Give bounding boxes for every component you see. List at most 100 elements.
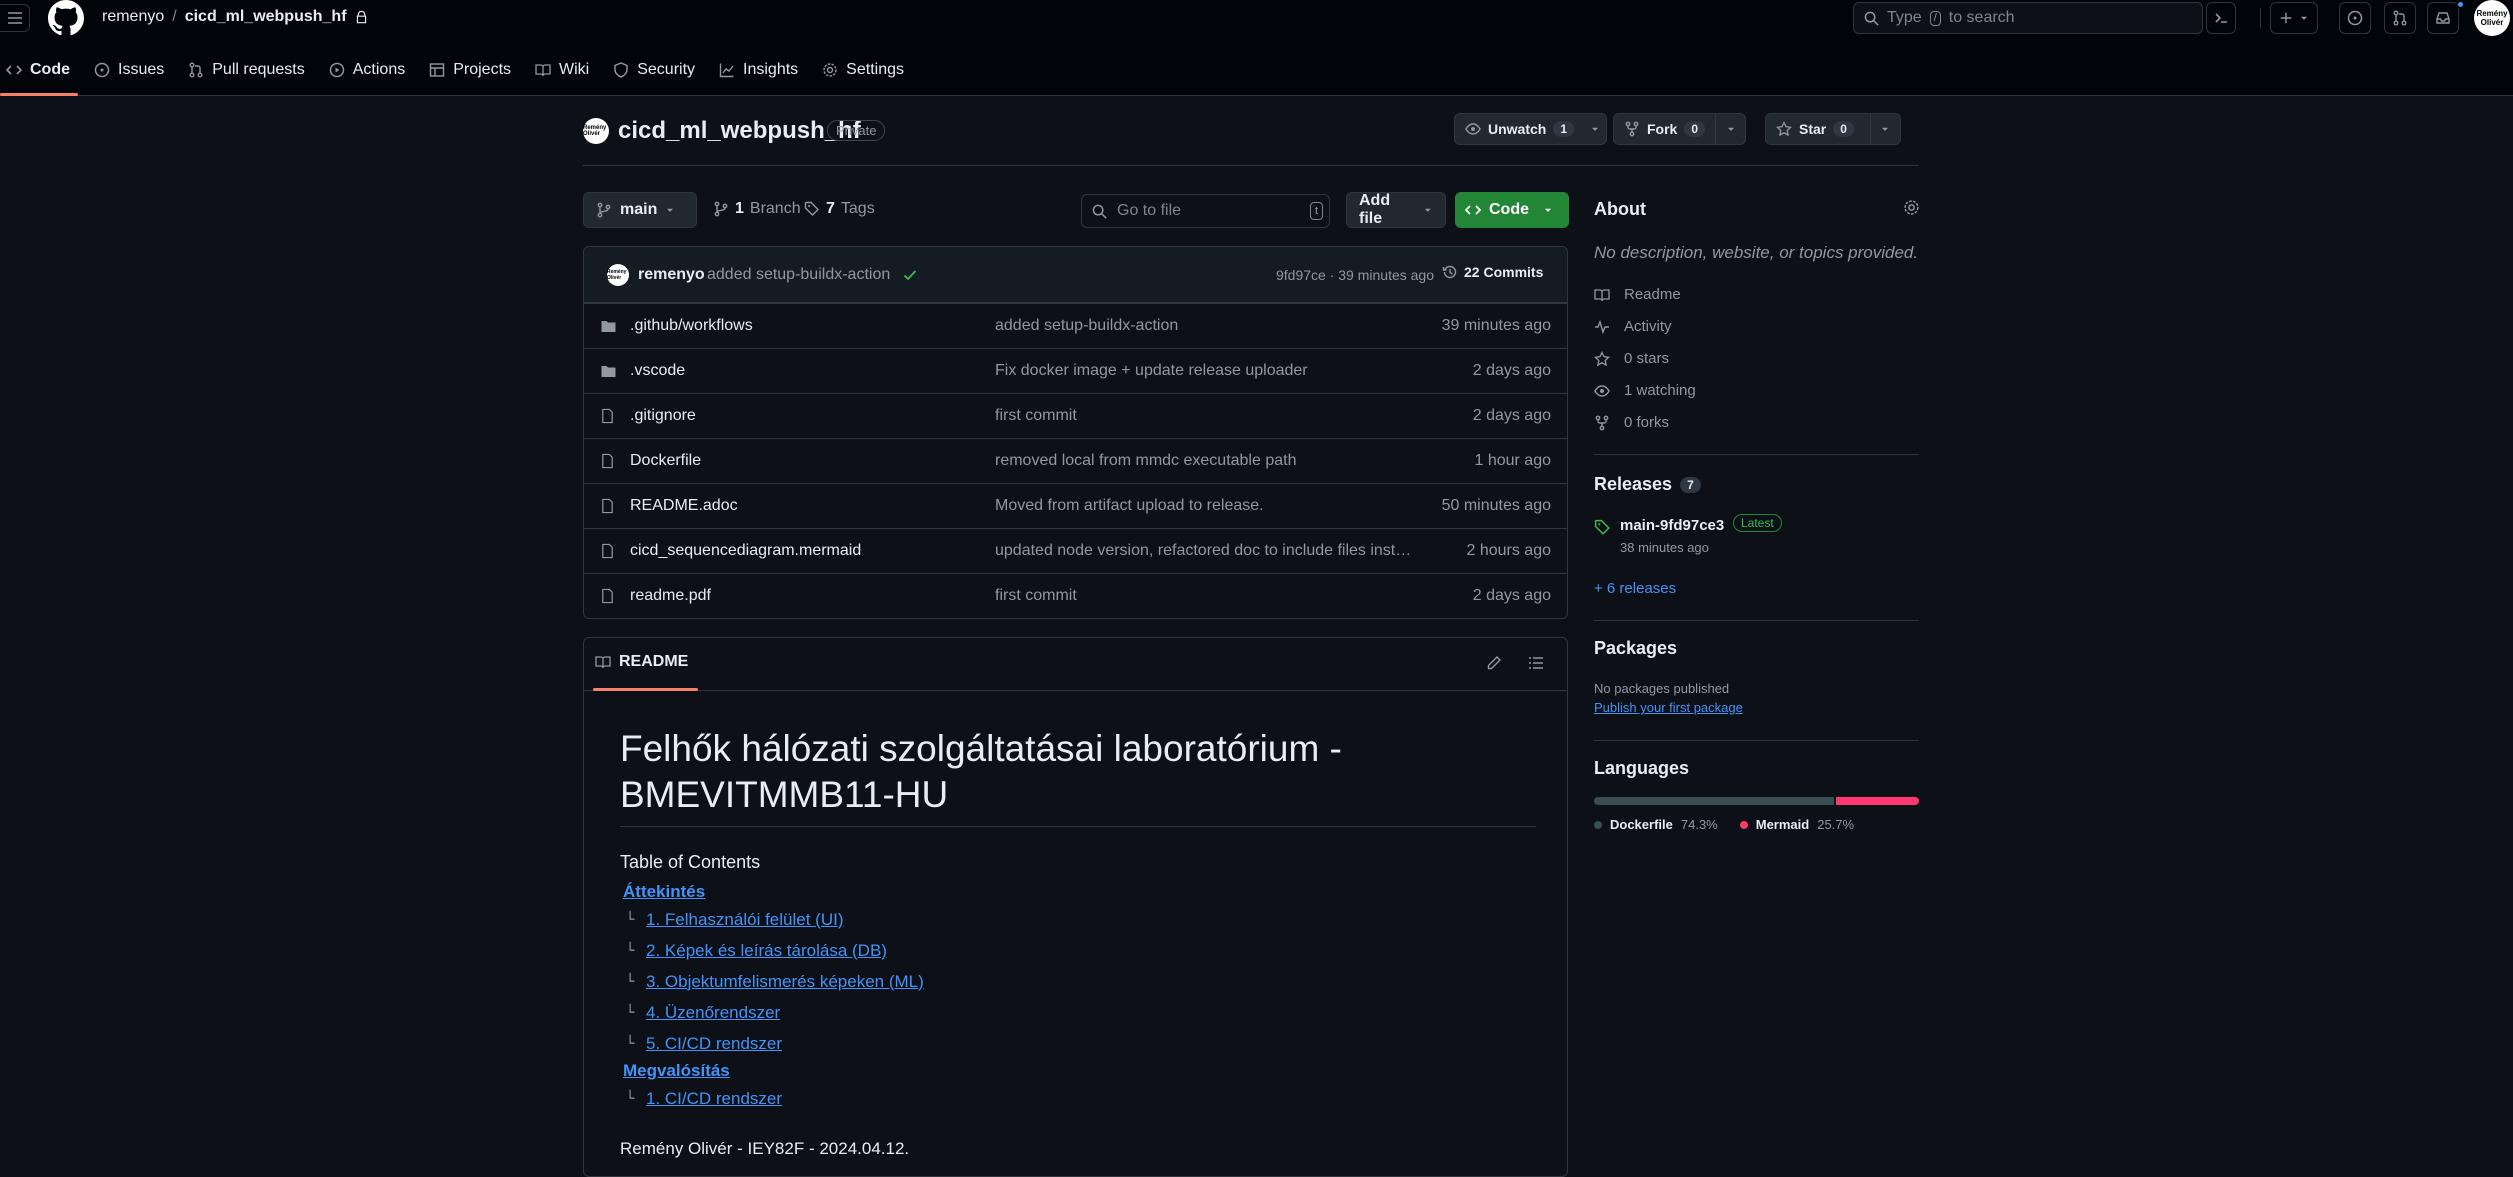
file-name[interactable]: .vscode — [630, 362, 685, 380]
commit-author[interactable]: remenyo — [638, 266, 705, 284]
repo-name[interactable]: cicd_ml_webpush_hf — [618, 117, 861, 145]
fork-dropdown[interactable] — [1715, 114, 1745, 144]
toc-subsection: └ 3. Objektumfelismerés képeken (ML) — [626, 966, 1530, 997]
star-dropdown[interactable] — [1869, 114, 1900, 144]
activity-link[interactable]: Activity — [1594, 318, 1672, 335]
toc-subsection-link[interactable]: 4. Üzenőrendszer — [646, 1003, 780, 1023]
file-commit-message[interactable]: Fix docker image + update release upload… — [995, 362, 1308, 380]
folder-icon — [600, 318, 617, 334]
tab-pull-requests[interactable]: Pull requests — [178, 52, 319, 88]
forks-link[interactable]: 0 forks — [1594, 414, 1669, 431]
tags-link[interactable]: 7 Tags — [804, 200, 875, 218]
file-icon — [602, 498, 613, 514]
file-commit-message[interactable]: Moved from artifact upload to release. — [995, 497, 1264, 515]
unwatch-button[interactable]: Unwatch 1 — [1455, 114, 1584, 144]
language-item[interactable]: Dockerfile 74.3% — [1594, 817, 1718, 832]
tab-security-label: Security — [637, 61, 696, 78]
stars-link[interactable]: 0 stars — [1594, 350, 1669, 367]
file-row[interactable]: .github/workflows added setup-buildx-acti… — [584, 303, 1567, 348]
file-name[interactable]: .gitignore — [630, 407, 696, 425]
toc-subsection-link[interactable]: 2. Képek és leírás tárolása (DB) — [646, 941, 887, 961]
toc-section-link[interactable]: Áttekintés — [623, 882, 1530, 904]
file-commit-date: 1 hour ago — [1474, 452, 1551, 469]
file-row[interactable]: readme.pdf first commit 2 days ago — [584, 573, 1567, 618]
file-row[interactable]: .gitignore first commit 2 days ago — [584, 393, 1567, 438]
file-row[interactable]: Dockerfile removed local from mmdc execut… — [584, 438, 1567, 483]
packages-empty-text: No packages published — [1594, 681, 1730, 696]
publish-package-link[interactable]: Publish your first package — [1594, 700, 1743, 715]
menu-button[interactable] — [0, 4, 30, 32]
search-hint-type: Type — [1887, 9, 1922, 26]
toc-section-link[interactable]: Megvalósítás — [623, 1061, 1530, 1083]
file-name[interactable]: README.adoc — [630, 497, 738, 515]
command-palette-button[interactable] — [2206, 2, 2236, 34]
file-row[interactable]: .vscode Fix docker image + update release… — [584, 348, 1567, 393]
commit-message[interactable]: added setup-buildx-action — [707, 266, 890, 284]
releases-heading[interactable]: Releases 7 — [1594, 474, 1701, 495]
create-new-button[interactable] — [2270, 2, 2318, 34]
repo-owner-avatar[interactable]: Remény Olivér — [583, 118, 609, 144]
branch-select-button[interactable]: main — [583, 192, 697, 228]
file-name[interactable]: Dockerfile — [630, 452, 701, 470]
edit-about-button[interactable] — [1903, 199, 1920, 216]
file-commit-date: 2 hours ago — [1466, 542, 1551, 559]
releases-title: Releases — [1594, 474, 1673, 494]
tab-actions[interactable]: Actions — [319, 52, 419, 88]
tab-issues[interactable]: Issues — [84, 52, 178, 88]
go-to-file-input[interactable]: Go to file t — [1081, 194, 1330, 228]
latest-release-name[interactable]: main-9fd97ce3 — [1620, 517, 1724, 534]
file-commit-message[interactable]: first commit — [995, 587, 1077, 605]
file-commit-message[interactable]: updated node version, refactored doc to … — [995, 542, 1415, 560]
branch-count: 1 — [735, 200, 744, 217]
commit-hash-time[interactable]: 9fd97ce · 39 minutes ago — [1276, 267, 1434, 283]
toc-subsection-link[interactable]: 1. Felhasználói felület (UI) — [646, 910, 843, 930]
readme-tab-label: README — [619, 653, 689, 670]
more-releases-link[interactable]: + 6 releases — [1594, 580, 1676, 597]
owner-link[interactable]: remenyo — [102, 8, 164, 26]
toc-subsection-link[interactable]: 1. CI/CD rendszer — [646, 1089, 782, 1109]
file-commit-date: 2 days ago — [1472, 587, 1551, 604]
file-row[interactable]: README.adoc Moved from artifact upload to… — [584, 483, 1567, 528]
language-item[interactable]: Mermaid 25.7% — [1739, 817, 1854, 832]
tab-projects[interactable]: Projects — [419, 52, 525, 88]
toc-subsection-link[interactable]: 3. Objektumfelismerés képeken (ML) — [646, 972, 924, 992]
check-icon[interactable] — [902, 267, 918, 283]
inbox-button[interactable] — [2427, 2, 2459, 34]
global-search-input[interactable]: Type / to search — [1853, 2, 2203, 34]
unwatch-dropdown[interactable] — [1584, 114, 1606, 144]
packages-heading[interactable]: Packages — [1594, 638, 1677, 659]
readme-outline-button[interactable] — [1528, 655, 1544, 671]
user-avatar[interactable]: Remény Olivér — [2474, 0, 2510, 36]
tab-security[interactable]: Security — [603, 52, 709, 88]
branches-link[interactable]: 1 Branch — [713, 200, 801, 218]
edit-readme-button[interactable] — [1486, 655, 1502, 671]
watching-link[interactable]: 1 watching — [1594, 382, 1696, 399]
file-commit-message[interactable]: removed local from mmdc executable path — [995, 452, 1296, 470]
file-name[interactable]: readme.pdf — [630, 587, 711, 605]
file-name[interactable]: cicd_sequencediagram.mermaid — [630, 542, 861, 560]
tab-settings[interactable]: Settings — [812, 52, 918, 88]
star-button[interactable]: Star 0 — [1766, 114, 1870, 144]
language-name: Mermaid — [1755, 817, 1810, 832]
readme-panel: README Felhők hálózati szolgáltatásai la… — [583, 637, 1568, 1177]
tab-wiki[interactable]: Wiki — [525, 52, 603, 88]
readme-link[interactable]: Readme — [1594, 286, 1681, 303]
add-file-button[interactable]: Add file — [1346, 192, 1446, 228]
fork-button[interactable]: Fork 0 — [1614, 114, 1715, 144]
file-name[interactable]: .github/workflows — [630, 317, 753, 335]
issues-shortcut-button[interactable] — [2339, 2, 2371, 34]
file-commit-message[interactable]: first commit — [995, 407, 1077, 425]
repo-link[interactable]: cicd_ml_webpush_hf — [185, 8, 347, 26]
file-commit-message[interactable]: added setup-buildx-action — [995, 317, 1178, 335]
tab-insights[interactable]: Insights — [709, 52, 812, 88]
tab-code[interactable]: Code — [0, 52, 84, 96]
commit-author-avatar[interactable]: Remény Olivér — [607, 264, 629, 286]
pull-requests-shortcut-button[interactable] — [2384, 2, 2416, 34]
code-clone-button[interactable]: Code — [1455, 192, 1569, 228]
readme-tab[interactable]: README — [595, 653, 688, 671]
commits-history-link[interactable]: 22 Commits — [1442, 264, 1543, 280]
file-row[interactable]: cicd_sequencediagram.mermaid updated node… — [584, 528, 1567, 573]
github-logo-icon[interactable] — [48, 0, 86, 36]
tag-icon — [804, 201, 819, 216]
toc-subsection-link[interactable]: 5. CI/CD rendszer — [646, 1034, 782, 1054]
